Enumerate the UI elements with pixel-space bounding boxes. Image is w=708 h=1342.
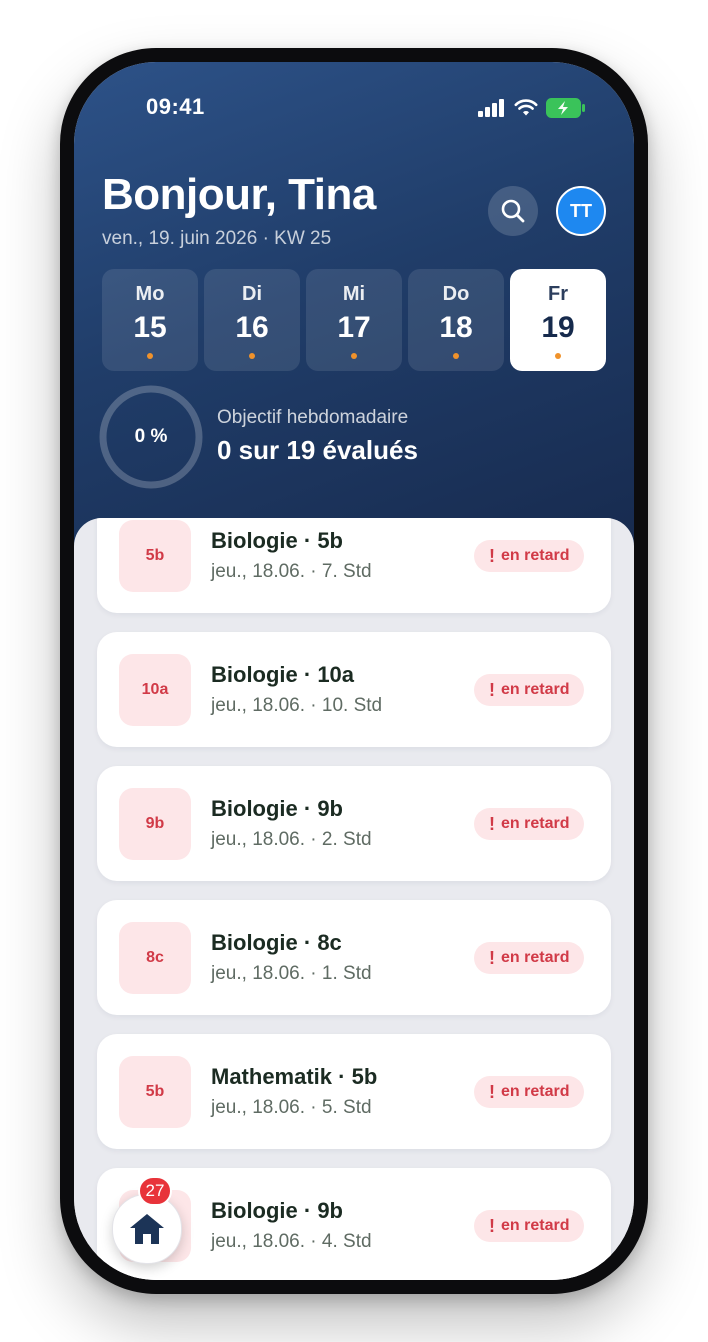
task-dot (249, 353, 255, 359)
day-name: Di (242, 283, 262, 305)
wifi-icon (514, 99, 538, 116)
signal-icon (478, 99, 504, 117)
greeting-title: Bonjour, Tina (102, 170, 376, 219)
day-date: 17 (337, 311, 371, 344)
late-badge: ! en retard (474, 942, 585, 974)
task-subtitle: jeu., 18.06. · 7. Std (211, 561, 372, 582)
app-screen: 09:41 Bonjour, Tina ven., 19. juin 2026 … (74, 62, 634, 1280)
task-subtitle: jeu., 18.06. · 1. Std (211, 963, 372, 984)
exclamation-icon: ! (489, 1081, 495, 1102)
late-label: en retard (501, 681, 570, 698)
task-subtitle: jeu., 18.06. · 10. Std (211, 695, 383, 716)
task-dot (555, 353, 561, 359)
progress-percent: 0 % (134, 426, 168, 447)
late-label: en retard (501, 949, 570, 966)
exclamation-icon: ! (489, 813, 495, 834)
task-title: Biologie · 5b (211, 528, 343, 553)
day-date: 16 (235, 311, 269, 344)
day-name: Mo (135, 283, 165, 305)
week-day-selector: Mo 15 Di 16 Mi 17 Do 18 Fr 19 (102, 269, 606, 371)
day-thursday[interactable]: Do 18 (408, 269, 504, 371)
goal-title: Objectif hebdomadaire (217, 407, 409, 428)
search-icon (501, 199, 525, 223)
late-badge: ! en retard (474, 674, 585, 706)
late-badge: ! en retard (474, 540, 585, 572)
late-badge: ! en retard (474, 1210, 585, 1242)
phone-frame: 09:41 Bonjour, Tina ven., 19. juin 2026 … (60, 48, 648, 1294)
class-tag: 9b (119, 788, 191, 860)
day-tuesday[interactable]: Di 16 (204, 269, 300, 371)
task-subtitle: jeu., 18.06. · 2. Std (211, 829, 372, 850)
class-tag: 5b (119, 1056, 191, 1128)
task-dot (351, 353, 357, 359)
avatar-button[interactable]: TT (556, 186, 606, 236)
task-card[interactable]: 5b Biologie · 5b jeu., 18.06. · 7. Std !… (97, 518, 611, 613)
day-date: 15 (133, 311, 167, 344)
task-card[interactable]: 10a Biologie · 10a jeu., 18.06. · 10. St… (97, 632, 611, 747)
task-subtitle: jeu., 18.06. · 4. Std (211, 1231, 372, 1252)
day-friday-selected[interactable]: Fr 19 (510, 269, 606, 371)
task-title: Biologie · 8c (211, 930, 342, 955)
task-dot (453, 353, 459, 359)
header: 09:41 Bonjour, Tina ven., 19. juin 2026 … (74, 62, 634, 562)
day-name: Do (442, 283, 470, 305)
class-tag: 5b (119, 520, 191, 592)
late-badge: ! en retard (474, 808, 585, 840)
task-subtitle: jeu., 18.06. · 5. Std (211, 1097, 372, 1118)
notification-badge: 27 (138, 1176, 172, 1206)
exclamation-icon: ! (489, 679, 495, 700)
exclamation-icon: ! (489, 545, 495, 566)
task-list: 5b Biologie · 5b jeu., 18.06. · 7. Std !… (97, 518, 611, 1280)
task-dot (147, 353, 153, 359)
late-label: en retard (501, 815, 570, 832)
task-title: Biologie · 9b (211, 1198, 343, 1223)
late-label: en retard (501, 547, 570, 564)
status-icons (478, 98, 586, 118)
date-subtitle: ven., 19. juin 2026 · KW 25 (102, 228, 332, 249)
task-card[interactable]: 8c Biologie · 8c jeu., 18.06. · 1. Std !… (97, 900, 611, 1015)
task-title: Mathematik · 5b (211, 1064, 378, 1089)
search-button[interactable] (488, 186, 538, 236)
class-tag: 8c (119, 922, 191, 994)
task-title: Biologie · 9b (211, 796, 343, 821)
day-name: Fr (548, 283, 568, 305)
late-label: en retard (501, 1217, 570, 1234)
task-title: Biologie · 10a (211, 662, 355, 687)
exclamation-icon: ! (489, 947, 495, 968)
status-time: 09:41 (146, 94, 205, 119)
home-icon (130, 1214, 164, 1244)
day-wednesday[interactable]: Mi 17 (306, 269, 402, 371)
goal-value: 0 sur 19 évalués (217, 435, 418, 465)
day-monday[interactable]: Mo 15 (102, 269, 198, 371)
exclamation-icon: ! (489, 1215, 495, 1236)
late-badge: ! en retard (474, 1076, 585, 1108)
day-name: Mi (342, 283, 366, 305)
late-label: en retard (501, 1083, 570, 1100)
day-date: 18 (439, 311, 473, 344)
day-date: 19 (541, 311, 575, 344)
task-card[interactable]: 9b Biologie · 9b jeu., 18.06. · 2. Std !… (97, 766, 611, 881)
battery-icon (546, 98, 585, 118)
class-tag: 10a (119, 654, 191, 726)
avatar-initials: TT (570, 200, 592, 221)
task-sheet[interactable]: 5b Biologie · 5b jeu., 18.06. · 7. Std !… (74, 518, 634, 1280)
task-card[interactable]: 5b Mathematik · 5b jeu., 18.06. · 5. Std… (97, 1034, 611, 1149)
